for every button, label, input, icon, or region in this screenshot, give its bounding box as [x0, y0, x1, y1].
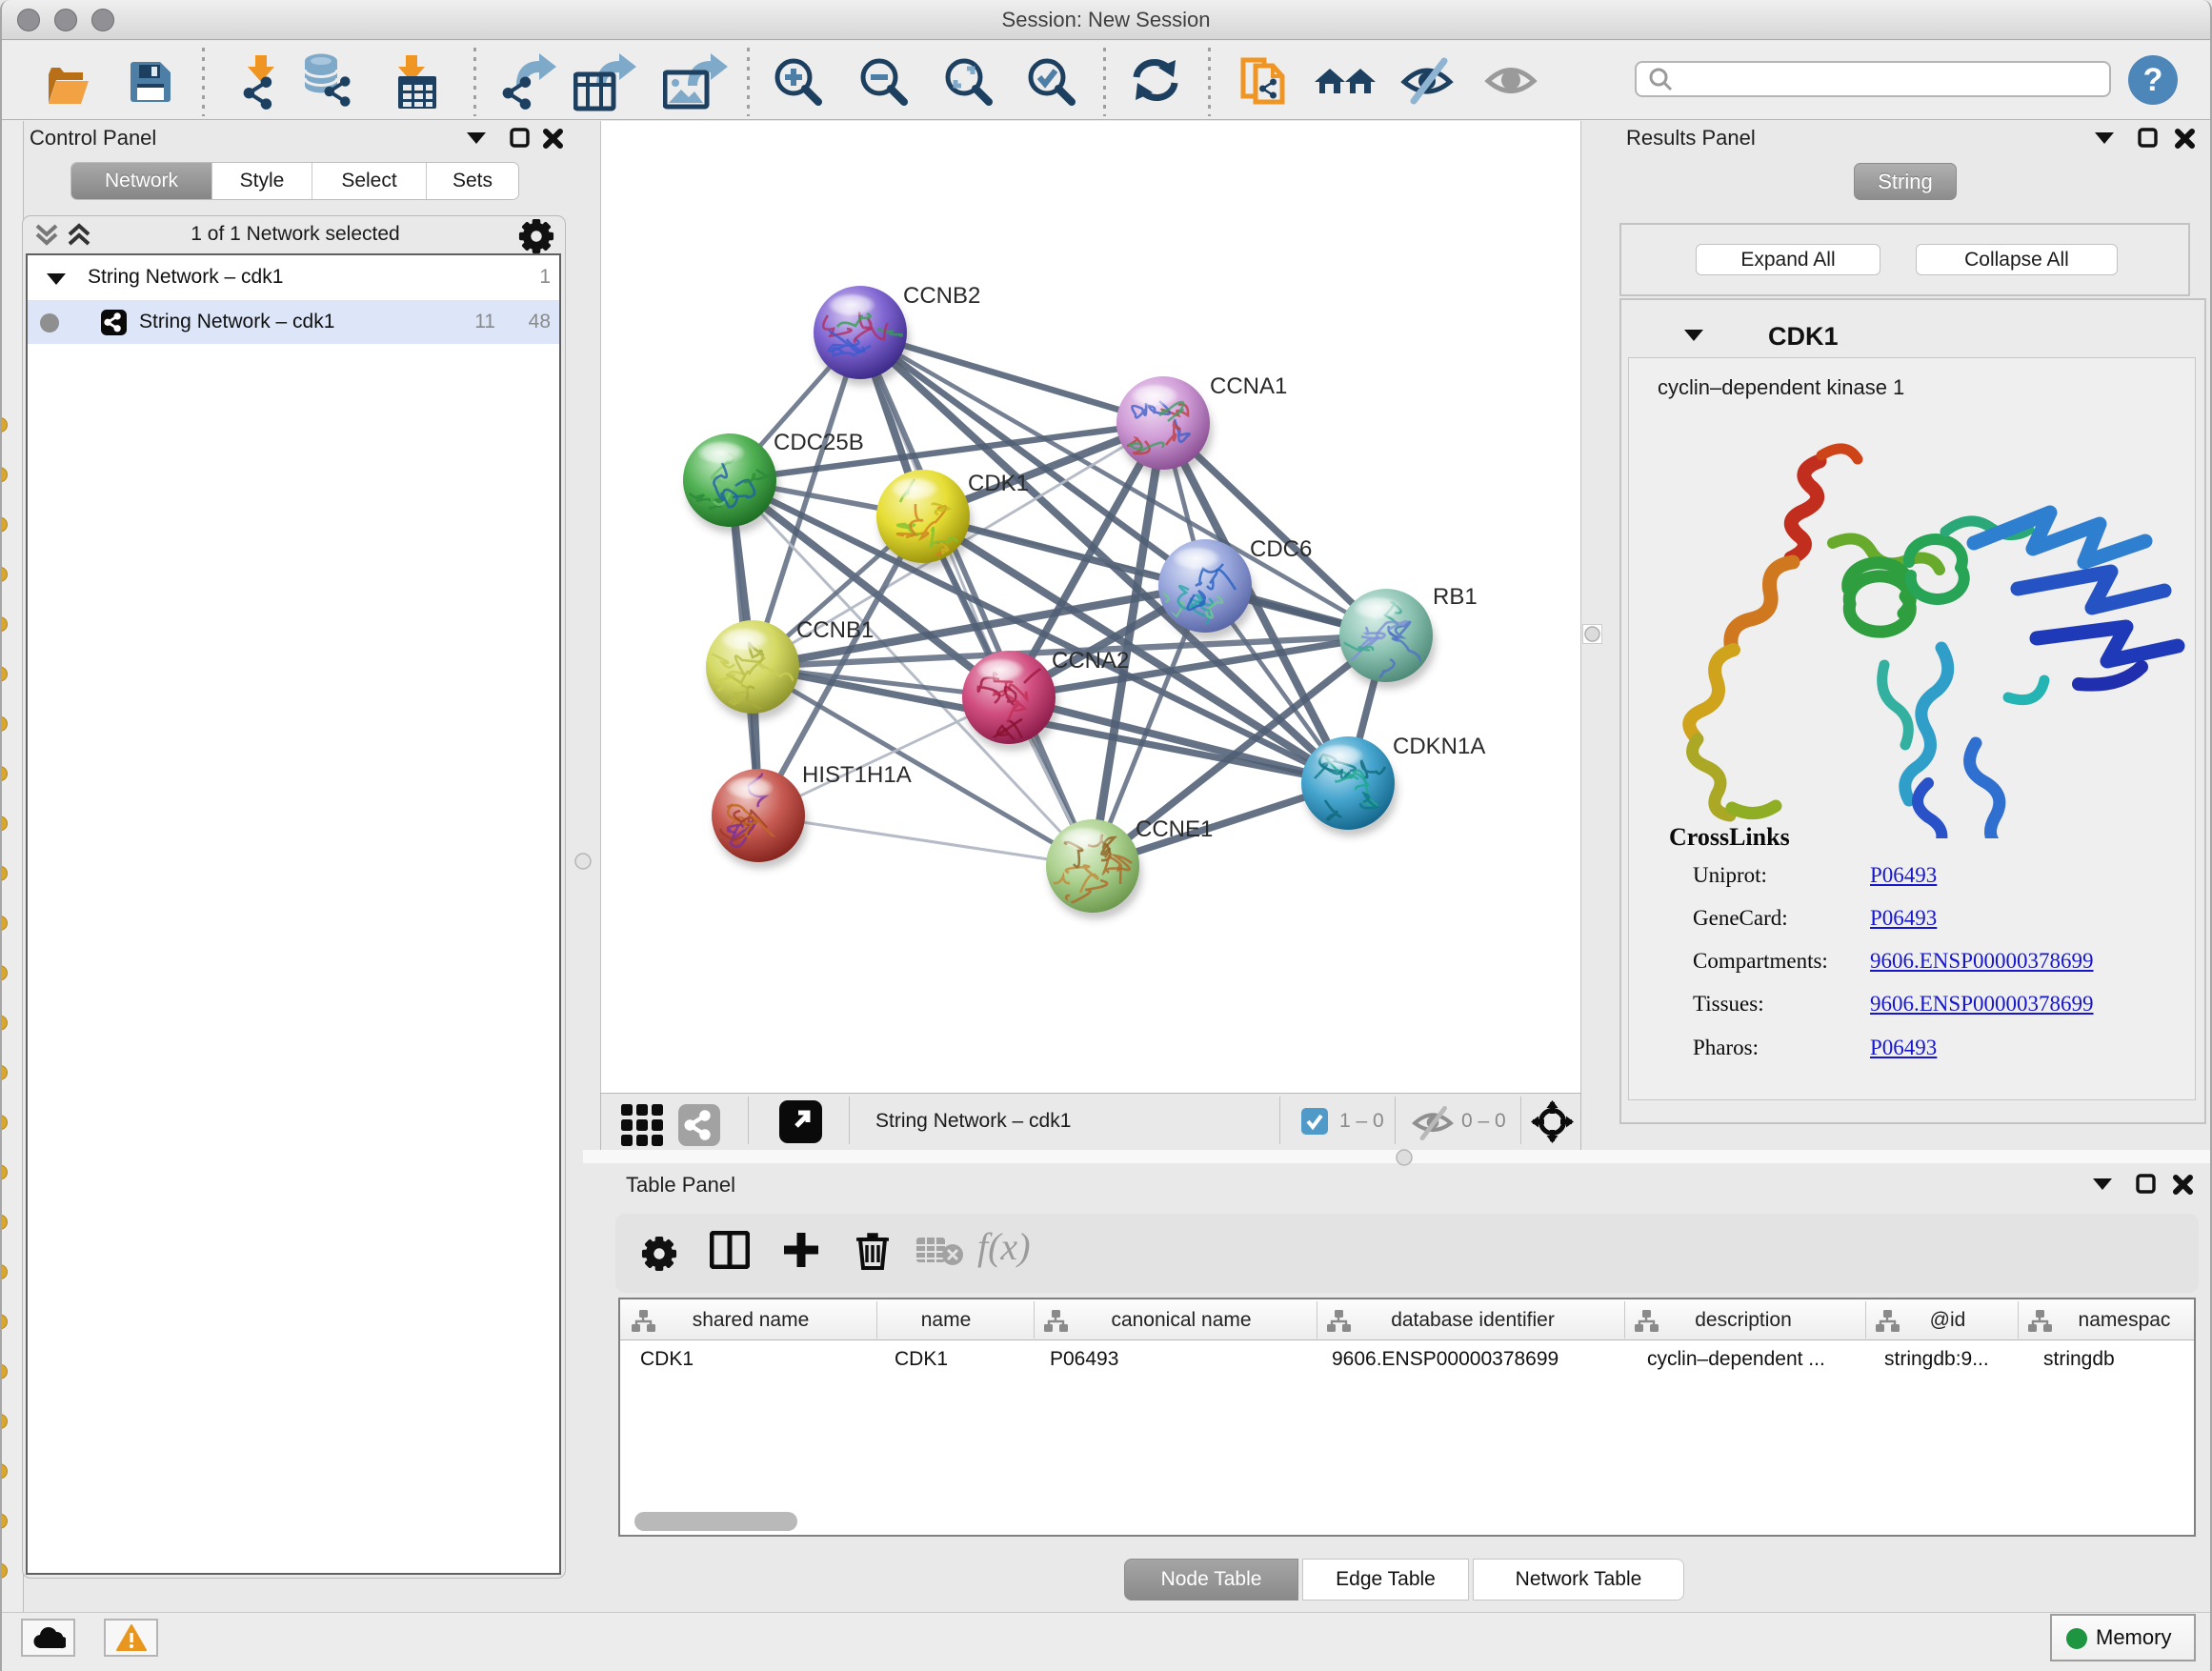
- svg-text:CDC6: CDC6: [1250, 536, 1312, 562]
- svg-text:CDKN1A: CDKN1A: [1393, 734, 1485, 759]
- svg-text:CCNE1: CCNE1: [1136, 816, 1213, 842]
- svg-text:CDK1: CDK1: [968, 471, 1029, 496]
- svg-text:CCNA2: CCNA2: [1052, 648, 1129, 674]
- svg-text:CCNA1: CCNA1: [1210, 373, 1287, 399]
- svg-text:RB1: RB1: [1433, 584, 1478, 610]
- svg-text:CCNB1: CCNB1: [796, 617, 874, 643]
- svg-text:HIST1H1A: HIST1H1A: [802, 762, 912, 788]
- svg-text:?: ?: [2143, 62, 2163, 98]
- svg-text:CDC25B: CDC25B: [774, 430, 864, 455]
- svg-text:CCNB2: CCNB2: [903, 283, 980, 309]
